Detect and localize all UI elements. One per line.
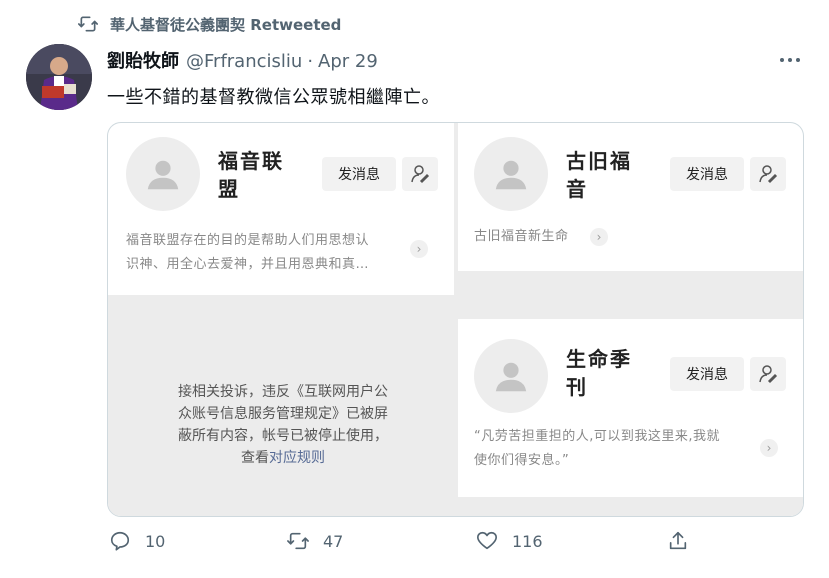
account-name: 福音联盟 xyxy=(218,149,284,201)
retweeted-by-row[interactable]: 華人基督徒公義團契 Retweeted xyxy=(78,12,341,36)
send-message-button[interactable]: 发消息 xyxy=(670,357,744,391)
retweet-icon xyxy=(287,532,309,550)
account-name: 生命季刊 xyxy=(566,347,632,399)
tweet-header: 劉貽牧師 @Frfrancisliu · Apr 29 xyxy=(107,47,378,73)
profile-icon xyxy=(411,165,430,184)
profile-icon xyxy=(759,165,778,184)
chevron-right-icon[interactable]: › xyxy=(760,439,778,457)
profile-icon xyxy=(759,365,778,384)
author-avatar-image xyxy=(26,44,92,110)
account-description: 古旧福音新生命 xyxy=(474,229,569,244)
send-message-button[interactable]: 发消息 xyxy=(322,157,396,191)
user-placeholder-icon xyxy=(495,362,527,392)
panel-divider-bottom xyxy=(458,497,803,516)
tweet-actions: 10 47 116 xyxy=(107,530,707,560)
like-button[interactable]: 116 xyxy=(476,530,543,552)
send-message-button[interactable]: 发消息 xyxy=(670,157,744,191)
retweet-icon xyxy=(78,16,98,32)
separator-dot: · xyxy=(307,51,314,72)
reply-count: 10 xyxy=(145,531,166,551)
chevron-right-icon[interactable]: › xyxy=(410,240,428,258)
like-count: 116 xyxy=(512,531,543,551)
account-description: “凡劳苦担重担的人,可以到我这里来,我就 使你们得安息。” xyxy=(474,429,720,468)
panel-divider-vertical xyxy=(454,123,458,516)
profile-button[interactable] xyxy=(750,157,786,191)
retweet-count: 47 xyxy=(323,531,344,551)
panel-divider-horizontal xyxy=(458,271,803,319)
reply-button[interactable]: 10 xyxy=(109,530,165,552)
profile-button[interactable] xyxy=(750,357,786,391)
blocked-notice: 接相关投诉，违反《互联网用户公 众账号信息服务管理规定》已被屏 蔽所有内容，帐号… xyxy=(178,384,388,466)
tweet-image[interactable]: 福音联盟 发消息 福音联盟存在的目的是帮助人们用思想认 识神、用全心去爱神，并且用… xyxy=(107,122,804,517)
share-icon xyxy=(669,531,687,550)
tweet-text: 一些不錯的基督教微信公眾號相繼陣亡。 xyxy=(107,87,440,108)
author-avatar[interactable] xyxy=(26,44,92,110)
author-handle[interactable]: @Frfrancisliu xyxy=(186,51,302,72)
heart-icon xyxy=(477,531,497,550)
tweet-date[interactable]: Apr 29 xyxy=(318,51,378,72)
profile-button[interactable] xyxy=(402,157,438,191)
chevron-right-icon[interactable]: › xyxy=(590,228,608,246)
user-placeholder-icon xyxy=(495,160,527,190)
account-name: 古旧福音 xyxy=(566,149,632,201)
account-avatar-placeholder xyxy=(474,137,548,211)
retweeted-by-label: 華人基督徒公義團契 Retweeted xyxy=(110,15,342,34)
retweet-button[interactable]: 47 xyxy=(287,530,343,552)
author-name[interactable]: 劉貽牧師 xyxy=(107,47,179,73)
reply-icon xyxy=(110,531,130,551)
user-placeholder-icon xyxy=(147,160,179,190)
account-description: 福音联盟存在的目的是帮助人们用思想认 识神、用全心去爱神，并且用恩典和真… xyxy=(126,233,370,272)
account-avatar-placeholder xyxy=(126,137,200,211)
more-options-icon[interactable] xyxy=(776,50,804,70)
account-avatar-placeholder xyxy=(474,339,548,413)
share-button[interactable] xyxy=(667,530,703,552)
rules-link[interactable]: 对应规则 xyxy=(269,450,325,466)
